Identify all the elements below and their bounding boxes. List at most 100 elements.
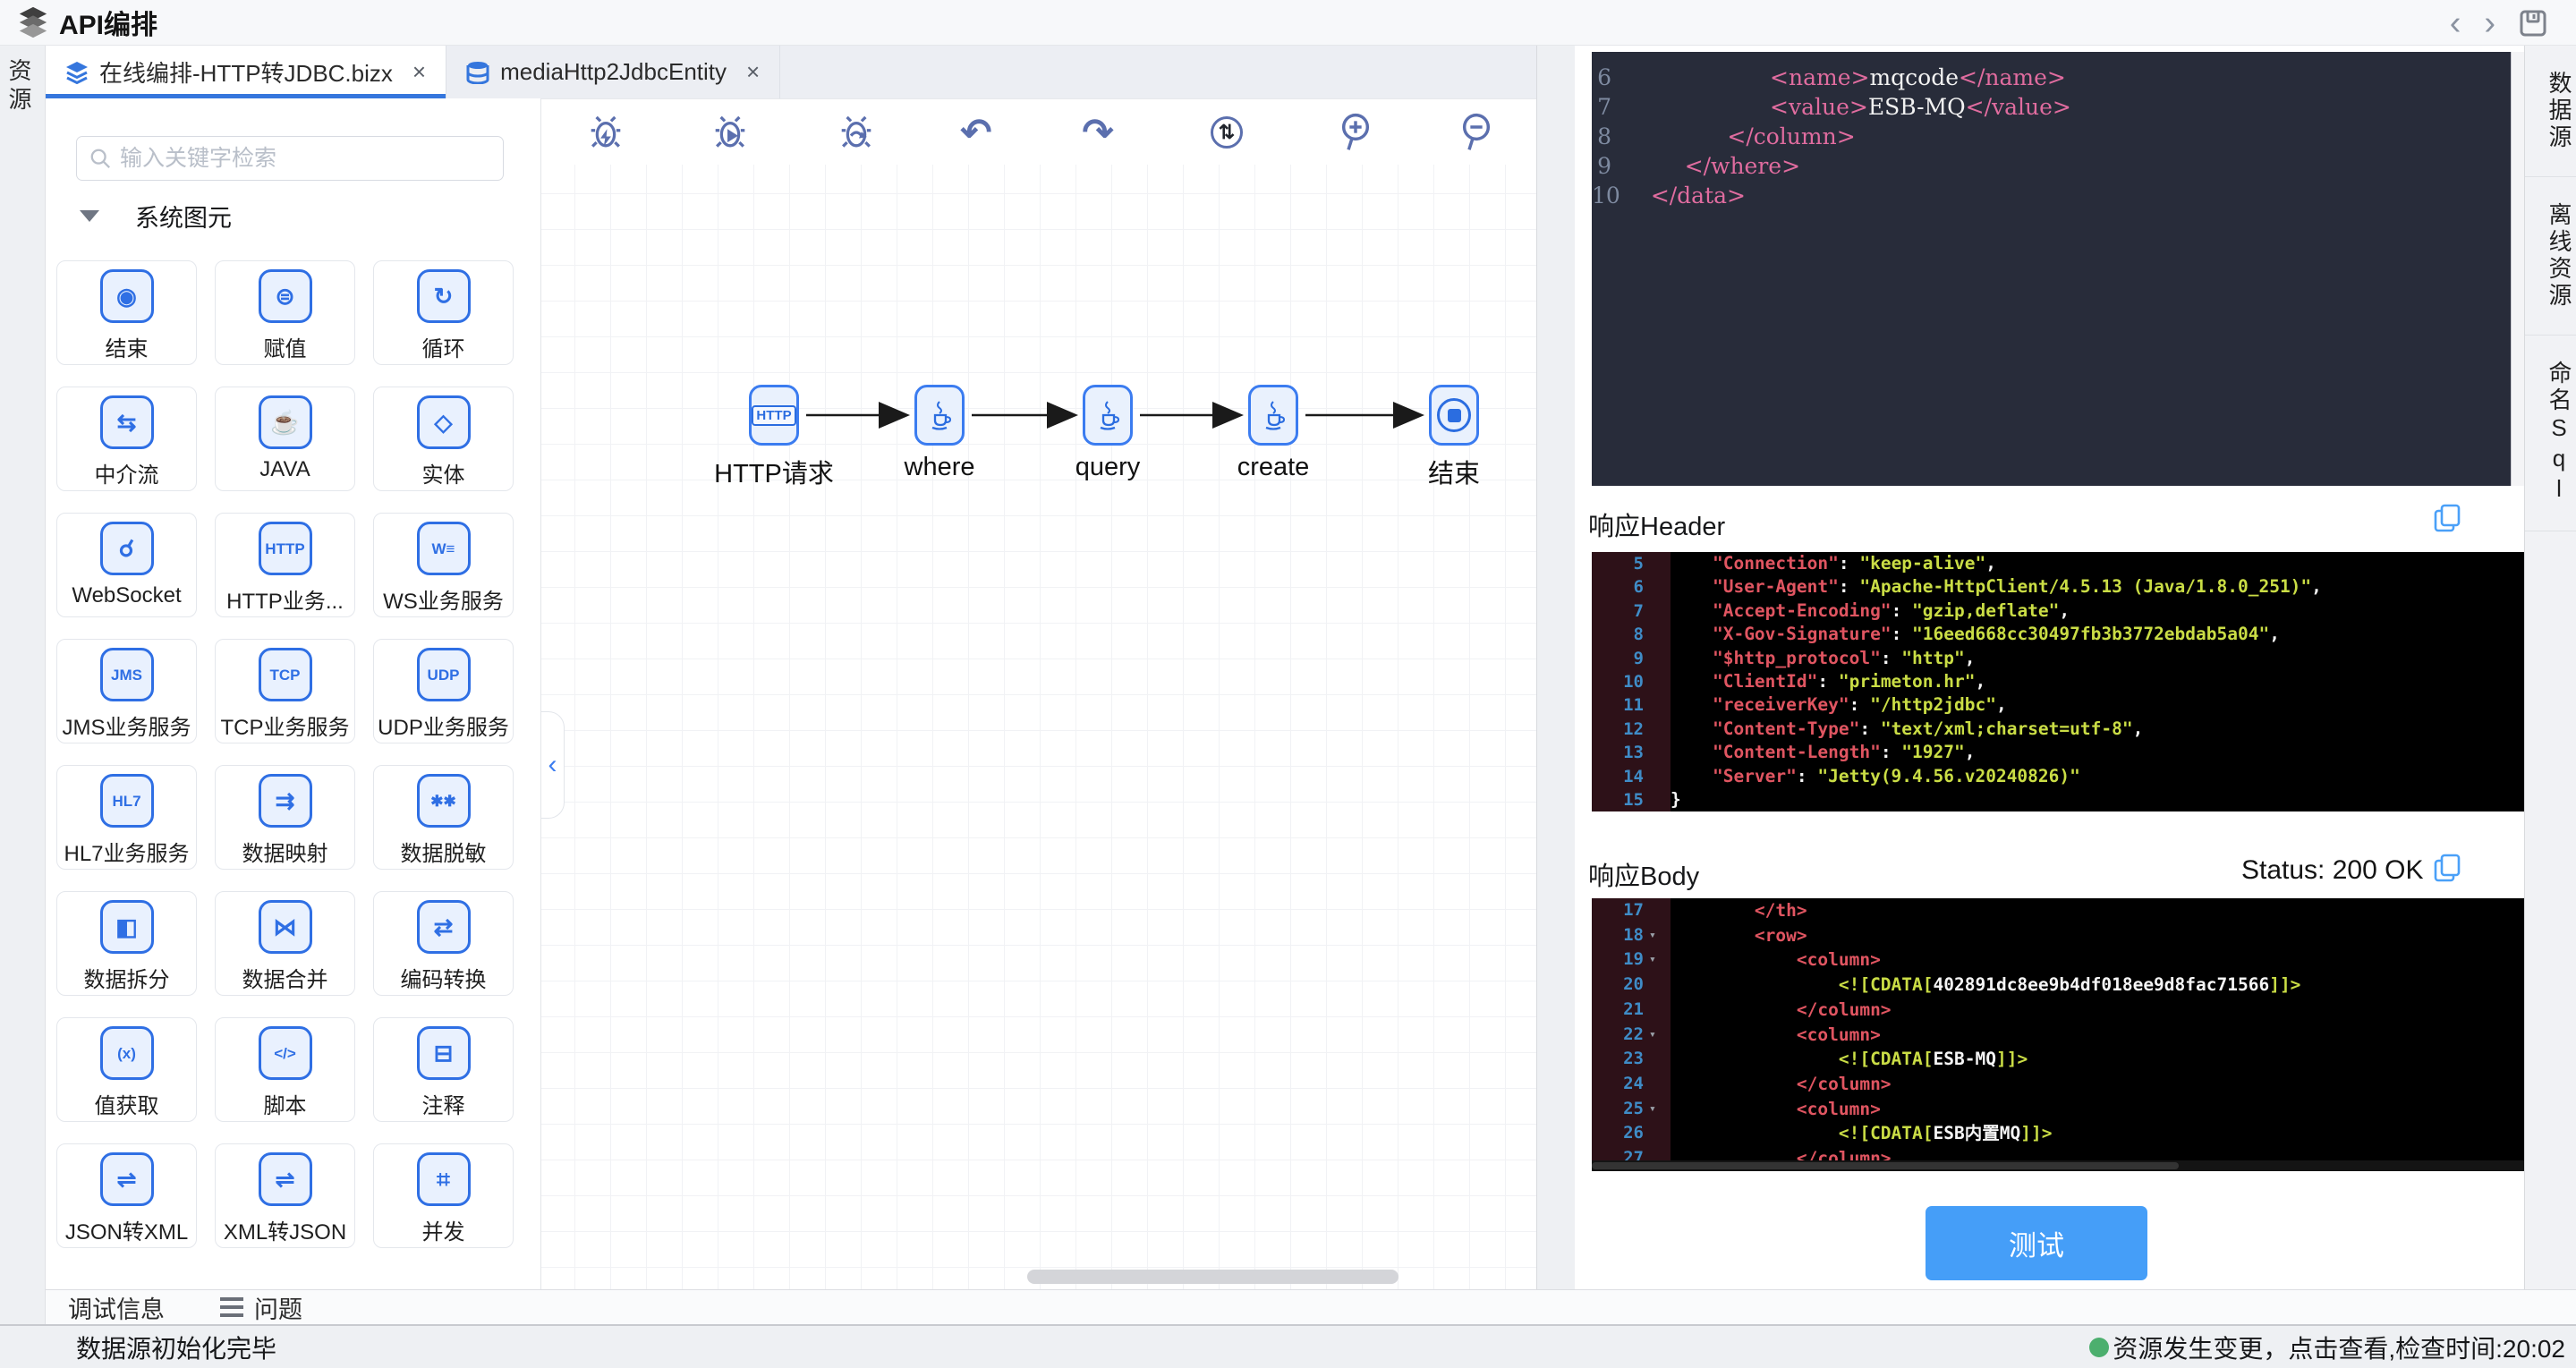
palette-item-icon: ✱✱ [416,774,471,828]
resource-change-notice[interactable]: 资源发生变更，点击查看,检查时间:20:02 [2089,1330,2565,1365]
palette-item[interactable]: ◧ 数据拆分 [56,891,197,996]
palette-item[interactable]: HL7 HL7业务服务 [56,765,197,870]
tab-label: 在线编排-HTTP转JDBC.bizx [99,60,393,87]
palette-item[interactable]: ☌ WebSocket [56,513,197,617]
canvas-horizontal-scrollbar[interactable] [1027,1270,1399,1284]
palette-item[interactable]: ⇌ XML转JSON [215,1143,355,1248]
close-icon[interactable]: × [746,58,760,86]
scrollbar-track[interactable] [2511,52,2525,486]
palette-item-label: 值获取 [94,1094,159,1118]
palette-item[interactable]: ✱✱ 数据脱敏 [373,765,514,870]
zoom-out-icon[interactable] [1450,106,1503,159]
palette-item-icon: (x) [99,1026,154,1080]
palette-item-label: 循环 [421,337,465,361]
palette-item[interactable]: ⊜ 赋值 [215,260,355,365]
debug-lightning-icon[interactable] [579,106,633,159]
palette-item-label: JAVA [259,457,310,481]
palette-item[interactable]: ⋈ 数据合并 [215,891,355,996]
palette-item-icon: ⇉ [258,774,312,828]
palette-item-icon: ⇌ [258,1152,312,1206]
palette-item[interactable]: ◇ 实体 [373,387,514,491]
palette-item[interactable]: ↻ 循环 [373,260,514,365]
rail-item-datasource[interactable]: 数据源 [2525,46,2576,177]
tab-label: 调试信息 [68,1296,165,1323]
palette-item-label: UDP业务服务 [378,716,509,740]
palette-item[interactable]: ⇉ 数据映射 [215,765,355,870]
tab-problems[interactable]: 问题 [220,1290,302,1325]
request-body-code-viewer[interactable]: 6 <name>mqcode</name> 7 <value>ESB-MQ</va… [1592,52,2525,486]
save-icon[interactable] [2519,9,2547,38]
palette-item[interactable]: UDP UDP业务服务 [373,639,514,743]
nav-forward-icon[interactable]: › [2484,6,2495,40]
chevron-down-icon [80,210,99,222]
zoom-in-icon[interactable] [1329,106,1382,159]
flow-node-http-request[interactable]: HTTP [749,385,799,446]
close-icon[interactable]: × [412,58,426,86]
palette-item[interactable]: W≡ WS业务服务 [373,513,514,617]
palette-item-label: JMS业务服务 [62,716,191,740]
node-palette: 系统图元 ◉ 结束 ⊜ 赋值 ↻ 循环 ⇆ [46,98,541,1289]
tab-bizx-editor[interactable]: 在线编排-HTTP转JDBC.bizx × [46,46,447,98]
palette-item[interactable]: TCP TCP业务服务 [215,639,355,743]
flow-node-where[interactable] [914,385,965,446]
palette-item-icon: JMS [99,648,154,701]
search-icon [90,149,110,168]
palette-item-icon: ⊟ [416,1026,471,1080]
tab-debug-info[interactable]: 调试信息 [68,1290,165,1325]
app-logo-icon [19,6,47,38]
copy-icon[interactable] [2434,854,2461,882]
palette-item[interactable]: ⇄ 编码转换 [373,891,514,996]
nav-back-icon[interactable]: ‹ [2450,6,2461,40]
redo-icon[interactable]: ↷ [1071,106,1125,159]
java-icon [1265,401,1286,430]
palette-item-label: 数据合并 [242,968,328,992]
test-button[interactable]: 测试 [1926,1206,2147,1280]
palette-item[interactable]: ⌗ 并发 [373,1143,514,1248]
flow-node-create[interactable] [1248,385,1298,446]
app-bar: API编排 ‹ › [0,0,2576,46]
database-icon [466,61,489,84]
response-body-title: 响应Body [1588,862,1700,891]
sync-icon[interactable]: ⇅ [1200,106,1254,159]
horizontal-scrollbar[interactable] [1592,1160,2538,1171]
palette-item-icon: ☌ [99,522,154,575]
flow-node-query[interactable] [1083,385,1133,446]
palette-item-label: WebSocket [72,583,182,608]
status-bar: 数据源初始化完毕 资源发生变更，点击查看,检查时间:20:02 [0,1324,2576,1368]
copy-icon[interactable] [2434,504,2461,532]
palette-item[interactable]: </> 脚本 [215,1017,355,1122]
debug-run-icon[interactable] [703,106,757,159]
palette-item-icon: ◉ [99,269,154,323]
palette-section-header[interactable]: 系统图元 [80,199,232,234]
flow-node-end[interactable] [1429,385,1479,446]
palette-item[interactable]: HTTP HTTP业务... [215,513,355,617]
palette-item[interactable]: (x) 值获取 [56,1017,197,1122]
palette-item[interactable]: JMS JMS业务服务 [56,639,197,743]
response-header-code-viewer[interactable]: 5 "Connection": "keep-alive", 6 "User-Age… [1592,552,2538,811]
undo-icon[interactable]: ↶ [949,106,1003,159]
rail-item-named-sql[interactable]: 命名Sql [2525,336,2576,531]
palette-item[interactable]: ⊟ 注释 [373,1017,514,1122]
end-icon [1437,398,1471,432]
palette-item[interactable]: ⇆ 中介流 [56,387,197,491]
palette-item-icon: ⇄ [416,900,471,954]
palette-item[interactable]: ◉ 结束 [56,260,197,365]
search-input[interactable] [120,145,490,172]
palette-item-icon: HL7 [99,774,154,828]
left-rail-label: 资源 [5,58,32,115]
tab-media-entity[interactable]: mediaHttp2JdbcEntity × [446,46,781,98]
palette-item-label: JSON转XML [64,1220,189,1245]
left-rail-resources[interactable]: 资源 [0,46,46,1324]
api-orchestration-app: API编排 ‹ › 资源 在线编排-HTTP转JDBC.bizx × media… [0,0,2576,1368]
editor-tab-bar: 在线编排-HTTP转JDBC.bizx × mediaHttp2JdbcEnti… [46,46,1536,98]
flow-canvas[interactable]: HTTP HTTP请求 where query create 结束 [541,165,1536,1289]
response-body-code-viewer[interactable]: 17 </th> 18 ▾ <row> 19 ▾ <column> 20 <![CDATA… [1592,898,2538,1171]
palette-item-icon: ↻ [416,269,471,323]
palette-item[interactable]: ☕ JAVA [215,387,355,491]
palette-search[interactable] [76,136,504,181]
debug-step-icon[interactable] [829,106,883,159]
palette-item-label: HTTP业务... [226,590,344,614]
rail-item-offline-resources[interactable]: 离线资源 [2525,177,2576,336]
palette-item[interactable]: ⇌ JSON转XML [56,1143,197,1248]
palette-collapse-handle[interactable]: ‹ [541,711,565,819]
